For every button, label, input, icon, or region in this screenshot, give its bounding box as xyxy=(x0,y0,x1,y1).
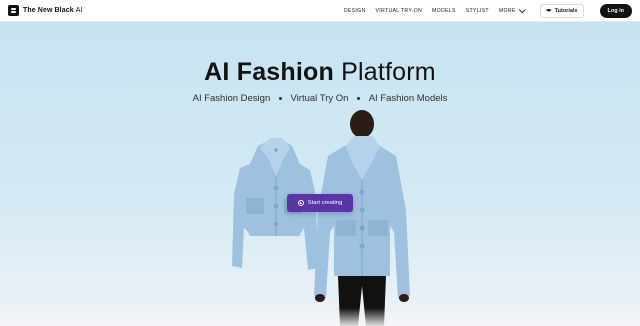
hero-title-bold: AI Fashion xyxy=(204,58,334,86)
tutorials-button[interactable]: Tutorials xyxy=(539,3,584,18)
hero-subtitle: AI Fashion Design Virtual Try On AI Fash… xyxy=(0,93,640,104)
nav-design[interactable]: DESIGN xyxy=(344,8,366,14)
tutorials-label: Tutorials xyxy=(554,7,578,14)
subtitle-item-design: AI Fashion Design xyxy=(192,93,271,104)
separator-dot xyxy=(357,96,361,100)
nav-more-label: MORE xyxy=(498,7,516,14)
start-creating-button[interactable]: Start creating xyxy=(287,194,353,212)
model-image xyxy=(314,110,410,326)
nav-stylist[interactable]: STYLIST xyxy=(466,8,489,14)
nav-more[interactable]: MORE xyxy=(498,6,526,14)
login-button[interactable]: Log in xyxy=(599,3,632,18)
nav-models[interactable]: MODELS xyxy=(432,8,456,14)
brand-name: The New Black AI xyxy=(23,7,83,14)
graduation-cap-icon xyxy=(545,8,552,12)
nav-links: DESIGN VIRTUAL TRY-ON MODELS STYLIST MOR… xyxy=(344,3,632,18)
hero-title-regular: Platform xyxy=(341,58,436,86)
subtitle-item-models: AI Fashion Models xyxy=(368,93,448,104)
navbar: The New Black AI DESIGN VIRTUAL TRY-ON M… xyxy=(0,0,640,22)
brand-logo[interactable]: The New Black AI xyxy=(8,5,83,16)
nav-virtual-try-on[interactable]: VIRTUAL TRY-ON xyxy=(376,8,422,14)
brand-name-text: The New Black xyxy=(23,7,74,14)
chevron-down-icon xyxy=(518,6,526,14)
brand-suffix: AI xyxy=(75,7,83,14)
bottom-fade xyxy=(0,308,640,326)
logo-mark-icon xyxy=(8,5,19,16)
subtitle-item-try-on: Virtual Try On xyxy=(290,93,349,104)
separator-dot xyxy=(278,96,282,100)
hero-title: AI Fashion Platform xyxy=(0,58,640,87)
start-creating-label: Start creating xyxy=(307,200,343,206)
plus-circle-icon xyxy=(297,200,304,206)
